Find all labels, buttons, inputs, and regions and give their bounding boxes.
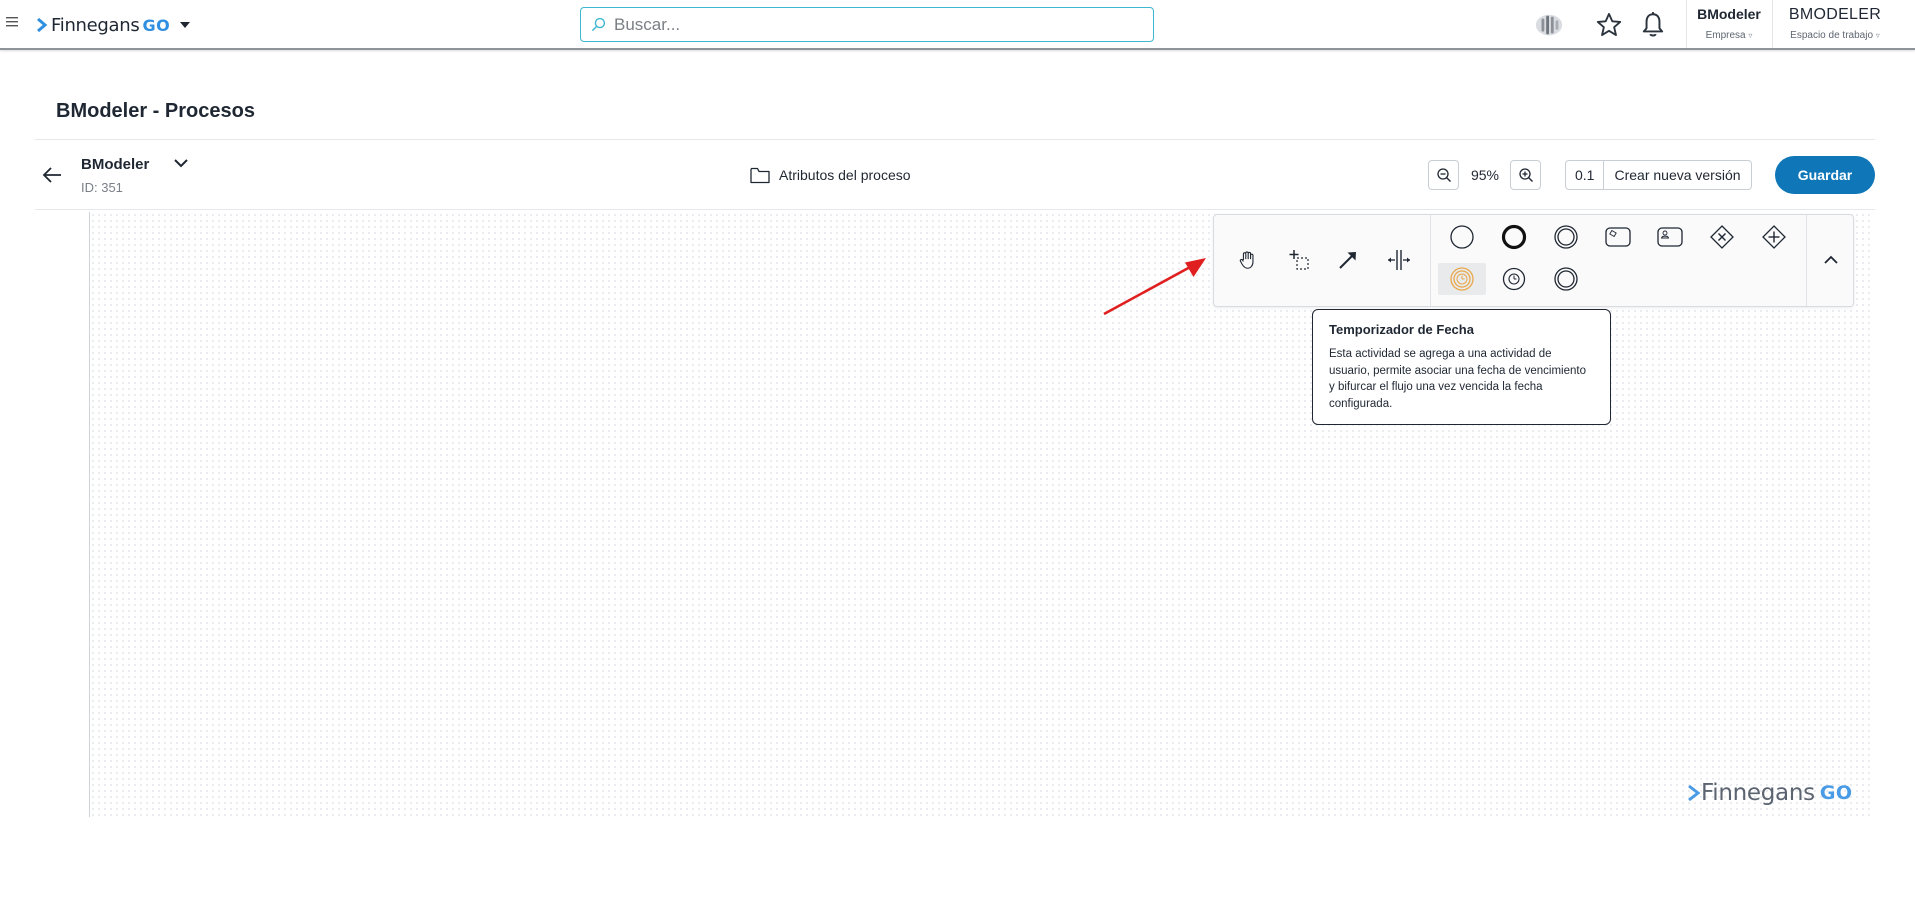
zoom-out-icon <box>1436 168 1451 182</box>
intermediate-event-2-icon[interactable] <box>1550 263 1582 295</box>
workspace-selector[interactable]: BMODELER Espacio de trabajo ▿ <box>1776 6 1894 41</box>
process-attributes-label: Atributos del proceso <box>779 167 911 183</box>
process-attributes-button[interactable]: Atributos del proceso <box>750 164 911 186</box>
folder-icon <box>750 167 770 183</box>
parallel-gateway-icon[interactable] <box>1758 221 1790 253</box>
divider <box>1686 0 1687 48</box>
logo-chevron-icon <box>1688 784 1701 802</box>
bell-icon[interactable] <box>1638 10 1668 40</box>
hand-tool-icon[interactable] <box>1232 244 1264 276</box>
task-icon[interactable] <box>1602 221 1634 253</box>
divider <box>1806 215 1807 306</box>
menu-icon[interactable] <box>6 16 20 30</box>
timer-event-icon[interactable] <box>1498 263 1530 295</box>
logo-chevron-icon <box>37 18 48 32</box>
intermediate-event-icon[interactable] <box>1550 221 1582 253</box>
apps-icon[interactable] <box>1534 10 1564 40</box>
workspace-label: Espacio de trabajo <box>1790 30 1874 41</box>
tooltip-title: Temporizador de Fecha <box>1329 322 1474 337</box>
logo-word: Finnegans <box>51 14 140 36</box>
arrow-left-icon <box>42 167 61 183</box>
version-control: 0.1 Crear nueva versión <box>1565 160 1752 190</box>
watermark-logo: Finnegans GO <box>1687 780 1853 806</box>
caret-down-icon: ▿ <box>1748 31 1753 40</box>
logo-go: GO <box>142 15 171 35</box>
search-icon <box>591 17 606 32</box>
watermark-word: Finnegans <box>1701 780 1815 806</box>
app-logo[interactable]: Finnegans GO <box>36 12 191 38</box>
chevron-down-icon[interactable] <box>173 157 189 169</box>
page-title: BModeler - Procesos <box>56 100 255 122</box>
zoom-out-button[interactable] <box>1428 160 1459 190</box>
new-version-button[interactable]: Crear nueva versión <box>1604 161 1750 189</box>
tooltip: Temporizador de Fecha Esta actividad se … <box>1312 309 1611 425</box>
search-input[interactable] <box>612 13 1132 36</box>
divider <box>1430 215 1431 306</box>
divider <box>35 209 1875 210</box>
tooltip-body: Esta actividad se agrega a una actividad… <box>1329 348 1586 410</box>
process-name: BModeler <box>81 156 150 173</box>
company-label: Empresa <box>1705 30 1746 41</box>
top-bar: Finnegans GO BModeler Empresa ▿ BMODELER… <box>0 0 1915 50</box>
start-event-icon[interactable] <box>1446 221 1478 253</box>
save-button[interactable]: Guardar <box>1775 156 1875 194</box>
zoom-in-button[interactable] <box>1510 160 1541 190</box>
version-number: 0.1 <box>1566 161 1605 189</box>
element-palette <box>1213 214 1854 307</box>
connect-tool-icon[interactable] <box>1332 244 1364 276</box>
process-id: ID: 351 <box>81 180 123 195</box>
zoom-level: 95% <box>1470 167 1500 183</box>
caret-down-icon[interactable] <box>180 21 191 29</box>
company-name: BModeler <box>1697 6 1761 22</box>
caret-down-icon: ▿ <box>1875 31 1880 40</box>
workspace-name: BMODELER <box>1788 6 1882 23</box>
chevron-up-icon[interactable] <box>1815 244 1847 276</box>
watermark-go: GO <box>1819 782 1853 804</box>
annotation-arrow <box>1103 258 1206 316</box>
date-timer-event-icon[interactable] <box>1438 263 1486 295</box>
star-icon[interactable] <box>1594 10 1624 40</box>
divider <box>1772 0 1773 48</box>
back-button[interactable] <box>40 163 70 187</box>
process-header: BModeler ID: 351 Atributos del proceso 9… <box>35 140 1875 210</box>
search-box[interactable] <box>580 7 1154 42</box>
zoom-in-icon <box>1518 168 1533 182</box>
user-task-icon[interactable] <box>1654 221 1686 253</box>
end-event-icon[interactable] <box>1498 221 1530 253</box>
lasso-tool-icon[interactable] <box>1283 244 1315 276</box>
exclusive-gateway-icon[interactable] <box>1706 221 1738 253</box>
company-selector[interactable]: BModeler Empresa ▿ <box>1690 6 1768 41</box>
space-tool-icon[interactable] <box>1383 244 1415 276</box>
